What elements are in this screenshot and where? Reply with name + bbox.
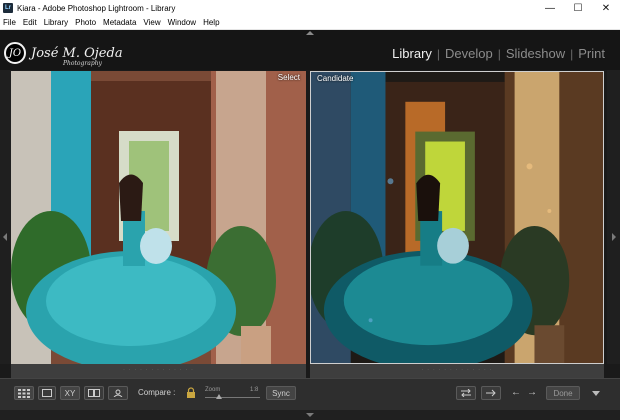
compare-view-button[interactable]: XY	[60, 386, 80, 400]
done-button[interactable]: Done	[546, 386, 580, 400]
identity-plate-tagline: Photography	[63, 60, 102, 67]
right-panel-rail[interactable]	[607, 70, 620, 364]
zoom-slider-thumb[interactable]	[215, 394, 222, 399]
select-rating-dots[interactable]: · · · · · · · · · · · · ·	[123, 367, 194, 373]
lock-icon[interactable]	[186, 387, 196, 399]
select-photo-info-strip: · · · · · · · · · · · · ·	[11, 364, 306, 378]
candidate-rating-dots[interactable]: · · · · · · · · · · · · ·	[422, 367, 493, 373]
loupe-view-button[interactable]	[38, 386, 56, 400]
previous-photo-icon[interactable]: ←	[511, 387, 521, 398]
menu-file[interactable]: File	[3, 18, 16, 27]
sync-button[interactable]: Sync	[266, 386, 296, 400]
people-view-button[interactable]	[108, 386, 128, 400]
module-library[interactable]: Library	[387, 46, 437, 61]
identity-plate-name: José M. Ojeda	[31, 45, 123, 61]
candidate-photo[interactable]: Candidate	[310, 71, 604, 364]
candidate-label: Candidate	[317, 74, 354, 83]
window-title-bar: Lr Kiara - Adobe Photoshop Lightroom - L…	[0, 0, 620, 16]
menu-help[interactable]: Help	[203, 18, 219, 27]
grid-view-button[interactable]	[14, 386, 34, 400]
select-photo[interactable]: Select	[11, 71, 306, 364]
people-icon	[113, 389, 123, 397]
maximize-button[interactable]: ☐	[564, 0, 592, 16]
select-label: Select	[277, 73, 300, 82]
expand-right-panel-icon[interactable]	[612, 233, 616, 241]
zoom-slider-track[interactable]	[205, 397, 260, 398]
select-photo-image	[11, 71, 306, 364]
window-title: Kiara - Adobe Photoshop Lightroom - Libr…	[17, 3, 176, 13]
grid-icon	[18, 388, 30, 398]
module-develop[interactable]: Develop	[440, 46, 498, 61]
candidate-photo-image	[311, 72, 603, 363]
collapse-top-panel-icon[interactable]	[306, 31, 314, 35]
menu-bar: File Edit Library Photo Metadata View Wi…	[0, 16, 620, 30]
module-slideshow[interactable]: Slideshow	[501, 46, 570, 61]
menu-edit[interactable]: Edit	[23, 18, 37, 27]
expand-filmstrip-icon[interactable]	[306, 413, 314, 417]
minimize-button[interactable]: —	[536, 0, 564, 16]
compare-label: Compare :	[138, 388, 176, 397]
monogram-logo: JO	[4, 42, 26, 64]
lightroom-app-icon: Lr	[3, 3, 13, 13]
close-button[interactable]: ✕	[592, 0, 620, 16]
make-select-button[interactable]	[481, 386, 501, 400]
swap-icon	[461, 389, 471, 397]
menu-view[interactable]: View	[143, 18, 160, 27]
menu-library[interactable]: Library	[44, 18, 68, 27]
make-select-icon	[486, 389, 496, 397]
zoom-label: Zoom	[205, 387, 221, 393]
next-photo-icon[interactable]: →	[527, 387, 537, 398]
survey-icon	[88, 389, 100, 397]
left-panel-rail[interactable]	[0, 70, 11, 364]
candidate-photo-info-strip: · · · · · · · · · · · · ·	[310, 364, 604, 378]
expand-left-panel-icon[interactable]	[3, 233, 7, 241]
survey-view-button[interactable]	[84, 386, 104, 400]
swap-button[interactable]	[456, 386, 476, 400]
menu-photo[interactable]: Photo	[75, 18, 96, 27]
module-print[interactable]: Print	[573, 46, 610, 61]
zoom-value: 1:8	[250, 387, 259, 393]
toolbar-content-menu-icon[interactable]	[592, 391, 600, 396]
loupe-icon	[42, 389, 52, 397]
menu-metadata[interactable]: Metadata	[103, 18, 136, 27]
module-picker: Library | Develop | Slideshow | Print	[387, 46, 610, 61]
menu-window[interactable]: Window	[168, 18, 196, 27]
